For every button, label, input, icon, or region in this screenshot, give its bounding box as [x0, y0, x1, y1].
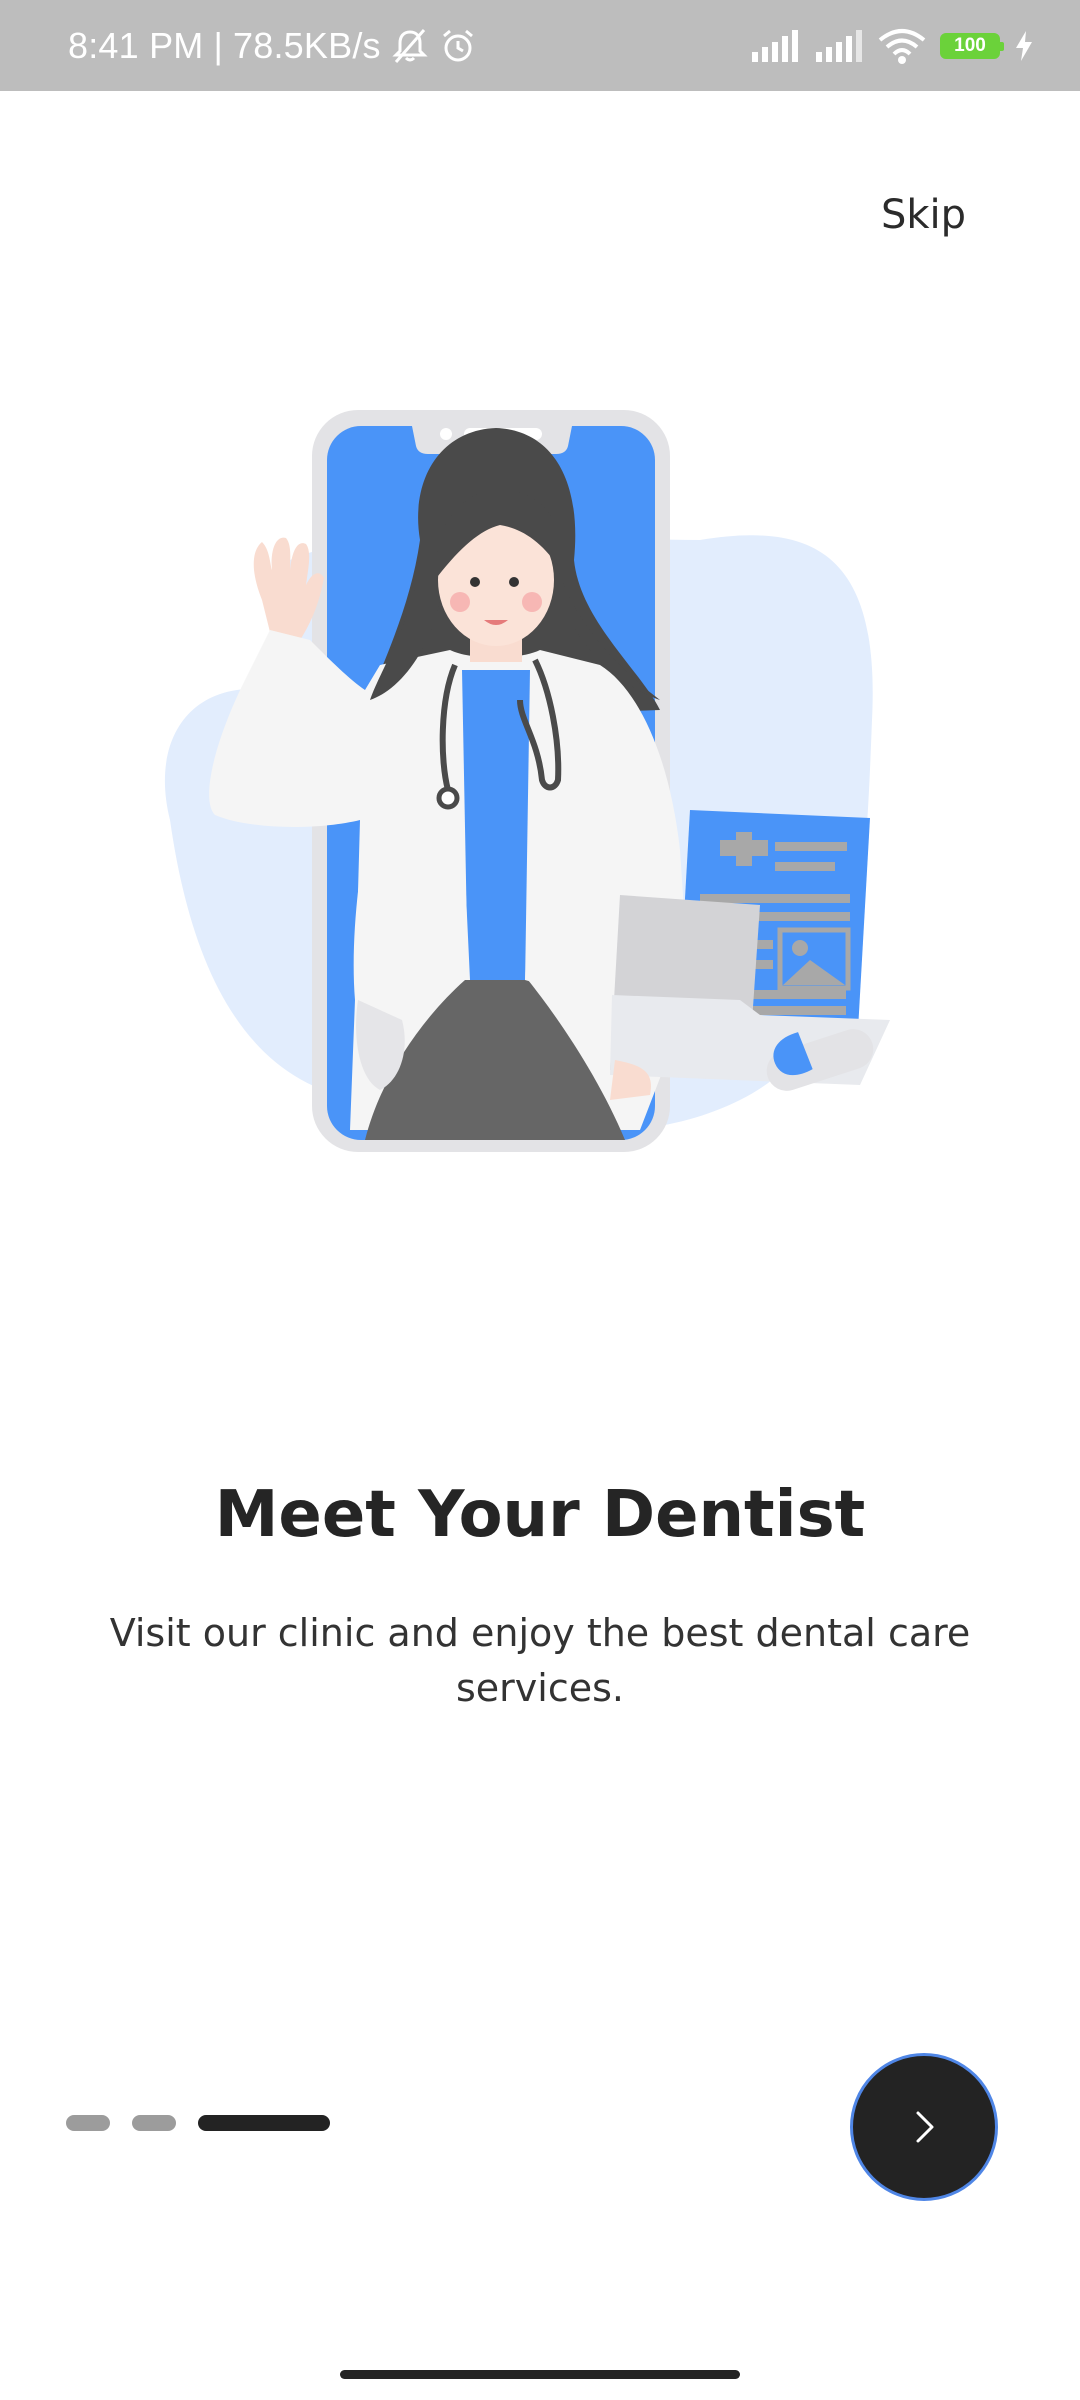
skip-button[interactable]: Skip — [881, 192, 966, 238]
chevron-right-icon — [904, 2105, 944, 2149]
status-time: 8:41 PM — [68, 24, 204, 66]
wifi-icon — [878, 28, 926, 64]
page-subtitle: Visit our clinic and enjoy the best dent… — [109, 1611, 971, 1710]
signal-icon — [814, 29, 864, 62]
next-button[interactable] — [850, 2053, 998, 2201]
status-left: 8:41 PM | 78.5KB/s — [68, 0, 477, 91]
bell-muted-icon — [391, 27, 429, 65]
status-bar: 8:41 PM | 78.5KB/s 100 — [0, 0, 1080, 91]
battery-tip — [1000, 41, 1004, 51]
status-right: 100 — [750, 0, 1034, 91]
status-separator: | — [213, 24, 224, 66]
battery-level: 100 — [954, 34, 986, 56]
charging-icon — [1014, 30, 1034, 61]
battery-icon: 100 — [940, 32, 1004, 59]
status-network-speed: 78.5KB/s — [233, 24, 381, 66]
home-indicator[interactable] — [340, 2370, 740, 2379]
alarm-icon — [439, 27, 477, 65]
page-dot-3-active — [198, 2115, 330, 2131]
page-dot-2 — [132, 2115, 176, 2131]
doctor-illustration — [164, 410, 890, 1152]
signal-icon — [750, 29, 800, 62]
page-title: Meet Your Dentist — [214, 1478, 866, 1552]
page-dot-1 — [66, 2115, 110, 2131]
